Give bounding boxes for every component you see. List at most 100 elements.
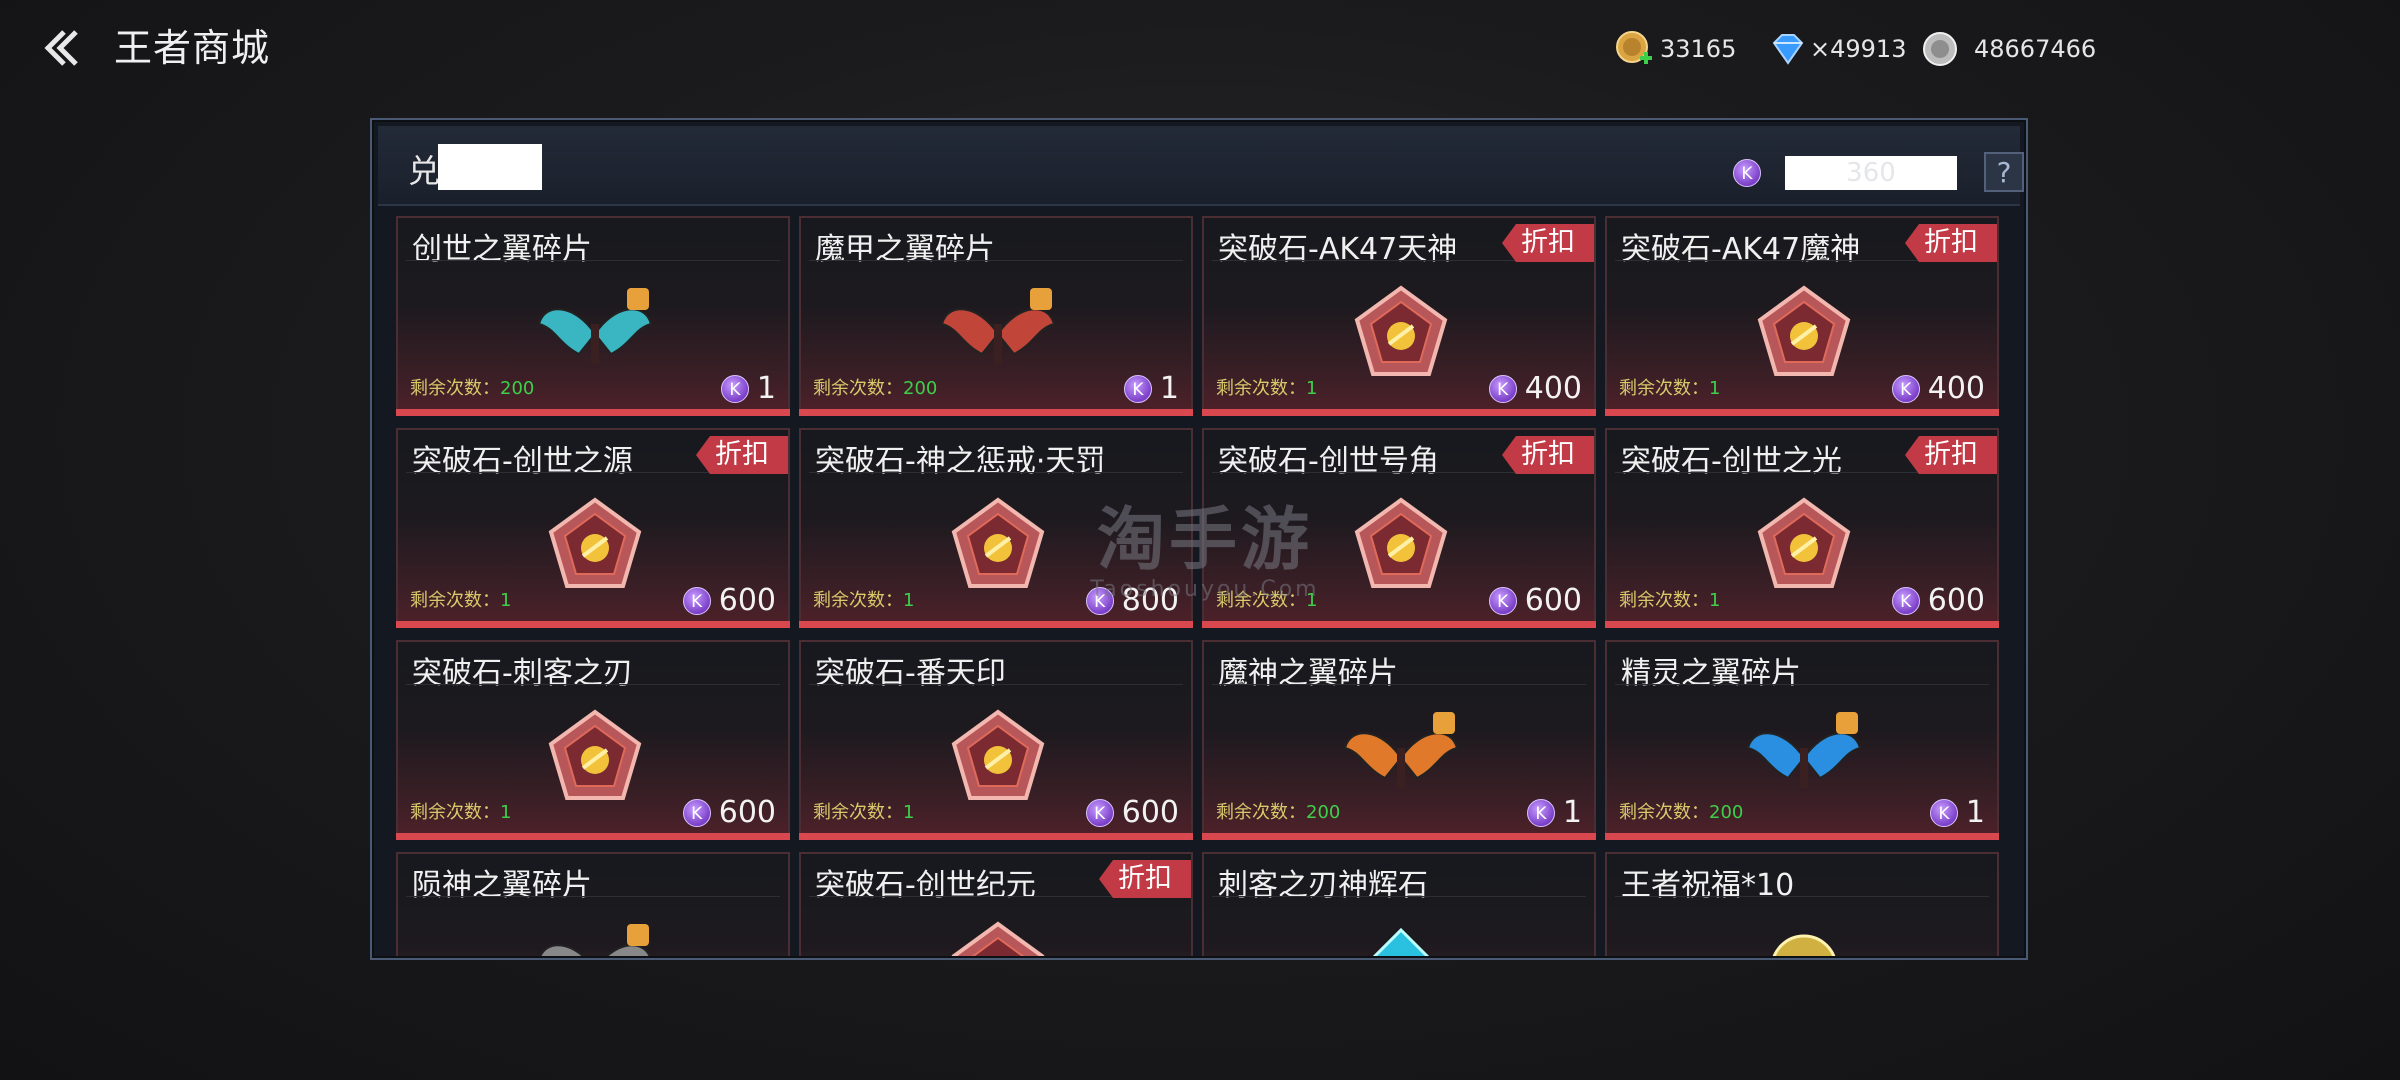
currency-diamond[interactable]: × 49913 bbox=[1768, 26, 1906, 72]
price-value: 600 bbox=[1121, 795, 1179, 830]
item-price: K 800 bbox=[1085, 583, 1179, 618]
item-name: 魔甲之翼碎片 bbox=[815, 232, 995, 267]
wings-fragment-icon bbox=[535, 284, 655, 380]
price-value: 400 bbox=[1927, 371, 1985, 406]
divider bbox=[809, 472, 1183, 473]
item-card[interactable]: 陨神之翼碎片 bbox=[396, 852, 790, 956]
item-card[interactable]: 突破石-创世纪元 折扣 bbox=[799, 852, 1193, 956]
k-balance-value: 360 bbox=[1785, 156, 1957, 190]
remaining-count: 剩余次数：200 bbox=[410, 374, 534, 400]
item-card[interactable]: 创世之翼碎片剩余次数：200 K 1 bbox=[396, 216, 790, 416]
item-price: K 600 bbox=[682, 583, 776, 618]
back-button[interactable] bbox=[36, 22, 88, 74]
item-card[interactable]: 突破石-刺客之刃 剩余次数：1 K 600 bbox=[396, 640, 790, 840]
discount-tag: 折扣 bbox=[696, 436, 788, 474]
item-card[interactable]: 王者祝福*10 bbox=[1605, 852, 1999, 956]
item-price: K 600 bbox=[1085, 795, 1179, 830]
price-value: 600 bbox=[1524, 583, 1582, 618]
divider bbox=[1212, 896, 1586, 897]
price-value: 600 bbox=[718, 583, 776, 618]
gold-coin-icon bbox=[1614, 29, 1654, 69]
item-price: K 600 bbox=[1891, 583, 1985, 618]
item-price: K1 bbox=[720, 371, 776, 406]
remaining-value: 1 bbox=[1306, 590, 1318, 611]
k-coin-icon: K bbox=[1929, 798, 1958, 827]
k-coin-icon: K bbox=[1085, 798, 1114, 827]
wings-fragment-icon bbox=[938, 284, 1058, 380]
item-name: 创世之翼碎片 bbox=[412, 232, 592, 267]
breakthrough-stone-icon bbox=[948, 708, 1048, 804]
item-name: 突破石-刺客之刃 bbox=[412, 656, 633, 691]
discount-tag: 折扣 bbox=[1905, 436, 1997, 474]
price-value: 1 bbox=[1562, 795, 1582, 830]
item-name: 魔神之翼碎片 bbox=[1218, 656, 1398, 691]
remaining-label: 剩余次数： bbox=[1619, 590, 1709, 611]
remaining-count: 剩余次数：1 bbox=[410, 586, 511, 612]
wings-fragment-icon bbox=[535, 920, 655, 956]
k-coin-icon: K bbox=[1123, 374, 1152, 403]
item-card[interactable]: 突破石-AK47魔神 折扣 剩余次数：1 K 400 bbox=[1605, 216, 1999, 416]
remaining-value: 200 bbox=[1306, 802, 1341, 823]
item-card[interactable]: 魔甲之翼碎片 剩余次数：200 K 1 bbox=[799, 216, 1193, 416]
item-card[interactable]: 突破石-创世之源 折扣剩余次数：1 K 600 bbox=[396, 428, 790, 628]
diamond-icon bbox=[1768, 29, 1808, 69]
remaining-label: 剩余次数： bbox=[813, 590, 903, 611]
breakthrough-stone-icon bbox=[545, 496, 645, 592]
panel-header: 兑换 K 360 ? bbox=[378, 126, 2024, 206]
item-name: 刺客之刃神辉石 bbox=[1218, 868, 1428, 903]
item-card[interactable]: 精灵之翼碎片 剩余次数：200 K 1 bbox=[1605, 640, 1999, 840]
divider bbox=[406, 684, 780, 685]
k-coin-icon: K bbox=[1085, 586, 1114, 615]
remaining-value: 1 bbox=[1306, 378, 1318, 399]
remaining-label: 剩余次数： bbox=[410, 378, 500, 399]
remaining-count: 剩余次数：1 bbox=[813, 586, 914, 612]
item-price: K 600 bbox=[1488, 583, 1582, 618]
item-card[interactable]: 突破石-创世之光 折扣 剩余次数：1 K 600 bbox=[1605, 428, 1999, 628]
item-card[interactable]: 魔神之翼碎片剩余次数：200 K 1 bbox=[1202, 640, 1596, 840]
page-title: 王者商城 bbox=[114, 26, 271, 70]
k-coin-icon: K bbox=[1526, 798, 1555, 827]
breakthrough-stone-icon bbox=[545, 708, 645, 804]
remaining-value: 1 bbox=[903, 590, 915, 611]
item-grid[interactable]: 创世之翼碎片 剩余次数：200 K 1 魔甲之翼碎片 剩余次数：200 K 1 突破石-AK47… bbox=[396, 216, 2006, 956]
double-chevron-left-icon bbox=[44, 30, 78, 66]
item-name: 突破石-创世之源 bbox=[412, 444, 633, 479]
silver-amount: 48667466 bbox=[1974, 35, 2097, 63]
discount-tag: 折扣 bbox=[1502, 436, 1594, 474]
price-value: 400 bbox=[1524, 371, 1582, 406]
remaining-label: 剩余次数： bbox=[813, 378, 903, 399]
remaining-label: 剩余次数： bbox=[1216, 378, 1306, 399]
item-card[interactable]: 刺客之刃神辉石 bbox=[1202, 852, 1596, 956]
currency-silver[interactable]: 48667466 bbox=[1920, 26, 2096, 72]
blessing-icon bbox=[1754, 920, 1854, 956]
item-card[interactable]: 突破石-创世号角 折扣 剩余次数：1 K 600 bbox=[1202, 428, 1596, 628]
remaining-value: 1 bbox=[500, 802, 512, 823]
remaining-count: 剩余次数：1 bbox=[1619, 586, 1720, 612]
k-coin-icon: K bbox=[1733, 159, 1761, 187]
remaining-count: 剩余次数：1 bbox=[410, 798, 511, 824]
item-name: 突破石-神之惩戒·天罚 bbox=[815, 444, 1106, 479]
item-price: K 400 bbox=[1891, 371, 1985, 406]
item-name: 突破石-番天印 bbox=[815, 656, 1006, 691]
item-card[interactable]: 突破石-AK47天神 折扣 剩余次数：1 K 400 bbox=[1202, 216, 1596, 416]
item-price: K 400 bbox=[1488, 371, 1582, 406]
remaining-label: 剩余次数： bbox=[410, 590, 500, 611]
k-coin-icon: K bbox=[1891, 586, 1920, 615]
wings-fragment-icon bbox=[1744, 708, 1864, 804]
remaining-count: 剩余次数：200 bbox=[1619, 798, 1743, 824]
remaining-count: 剩余次数：1 bbox=[1216, 586, 1317, 612]
remaining-value: 1 bbox=[500, 590, 512, 611]
item-card[interactable]: 突破石-神之惩戒·天罚剩余次数：1 K 800 bbox=[799, 428, 1193, 628]
price-value: 1 bbox=[1159, 371, 1179, 406]
item-card[interactable]: 突破石-番天印 剩余次数：1 K 600 bbox=[799, 640, 1193, 840]
redaction-mask bbox=[438, 144, 542, 190]
item-price: K1 bbox=[1526, 795, 1582, 830]
discount-tag: 折扣 bbox=[1502, 224, 1594, 262]
remaining-value: 200 bbox=[500, 378, 535, 399]
currency-gold[interactable]: 33165 bbox=[1614, 26, 1736, 72]
k-coin-icon: K bbox=[720, 374, 749, 403]
silver-coin-icon bbox=[1920, 29, 1960, 69]
help-button[interactable]: ? bbox=[1984, 152, 2024, 192]
k-coin-icon: K bbox=[682, 586, 711, 615]
remaining-count: 剩余次数：200 bbox=[1216, 798, 1340, 824]
